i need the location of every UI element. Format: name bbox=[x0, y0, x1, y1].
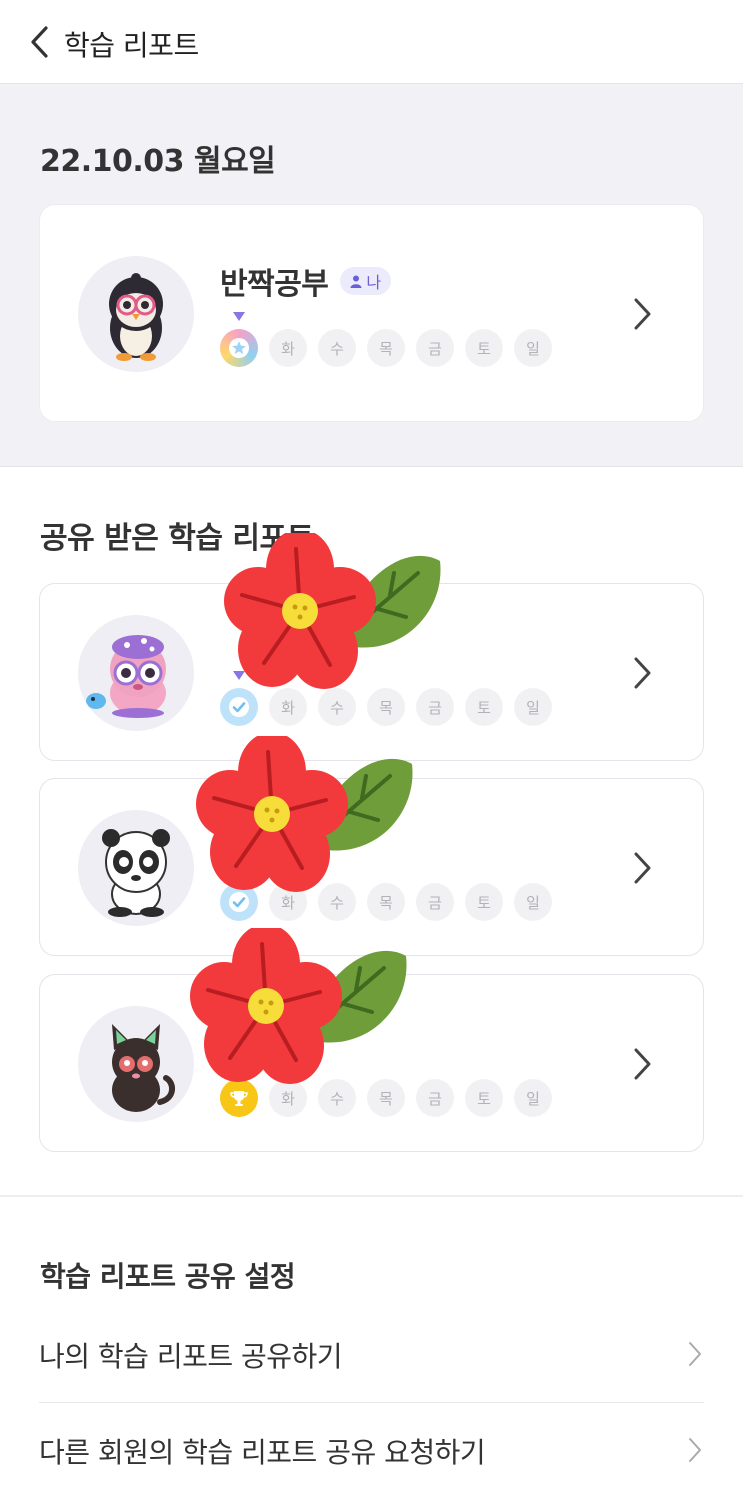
my-name-row: 반짝공부 나 bbox=[220, 259, 392, 303]
my-report-card[interactable]: 반짝공부 나 화 수 목 금 토 일 bbox=[39, 204, 704, 422]
day-fri: 금 bbox=[416, 883, 454, 921]
person-icon bbox=[350, 275, 362, 288]
page-title: 학습 리포트 bbox=[64, 29, 199, 62]
report-date: 22.10.03 월요일 bbox=[40, 144, 276, 179]
chevron-right-icon bbox=[634, 657, 651, 689]
day-sun: 일 bbox=[514, 688, 552, 726]
user-name: 반짝공부 bbox=[220, 267, 329, 302]
day-sat: 토 bbox=[465, 883, 503, 921]
avatar-penguin bbox=[78, 256, 194, 372]
today-marker-icon bbox=[233, 312, 245, 321]
day-fri: 금 bbox=[416, 1079, 454, 1117]
share-settings-title: 학습 리포트 공유 설정 bbox=[40, 1260, 296, 1293]
flower-sticker-icon bbox=[224, 533, 441, 689]
day-sun: 일 bbox=[514, 883, 552, 921]
chevron-right-icon bbox=[634, 852, 651, 884]
day-fri: 금 bbox=[416, 329, 454, 367]
day-sun: 일 bbox=[514, 1079, 552, 1117]
chevron-right-icon bbox=[634, 298, 651, 330]
flower-sticker-icon bbox=[190, 928, 407, 1084]
chevron-left-icon bbox=[31, 26, 48, 58]
day-sat: 토 bbox=[465, 1079, 503, 1117]
avatar-pink-character bbox=[78, 615, 194, 731]
star-medal-icon bbox=[220, 329, 258, 367]
chevron-right-icon bbox=[689, 1342, 701, 1366]
share-my-report-row[interactable]: 나의 학습 리포트 공유하기 bbox=[39, 1307, 704, 1403]
request-share-row[interactable]: 다른 회원의 학습 리포트 공유 요청하기 bbox=[39, 1403, 704, 1487]
chevron-right-icon bbox=[634, 1048, 651, 1080]
day-sun: 일 bbox=[514, 329, 552, 367]
flower-sticker-icon bbox=[196, 736, 413, 892]
day-thu: 목 bbox=[367, 329, 405, 367]
avatar-black-cat bbox=[78, 1006, 194, 1122]
top-app-bar: 학습 리포트 bbox=[0, 0, 743, 84]
back-button[interactable] bbox=[24, 22, 56, 62]
weekly-progress: 화 수 목 금 토 일 bbox=[220, 329, 552, 367]
day-sat: 토 bbox=[465, 329, 503, 367]
section-divider bbox=[0, 1195, 743, 1197]
avatar-panda bbox=[78, 810, 194, 926]
share-my-report-label: 나의 학습 리포트 공유하기 bbox=[39, 1340, 343, 1373]
today-report-section: 22.10.03 월요일 반짝공부 나 화 수 목 금 토 일 bbox=[0, 84, 743, 467]
day-wed: 수 bbox=[318, 329, 356, 367]
day-sat: 토 bbox=[465, 688, 503, 726]
chevron-right-icon bbox=[689, 1438, 701, 1462]
request-share-label: 다른 회원의 학습 리포트 공유 요청하기 bbox=[39, 1436, 486, 1469]
day-tue: 화 bbox=[269, 329, 307, 367]
me-badge: 나 bbox=[340, 267, 392, 295]
